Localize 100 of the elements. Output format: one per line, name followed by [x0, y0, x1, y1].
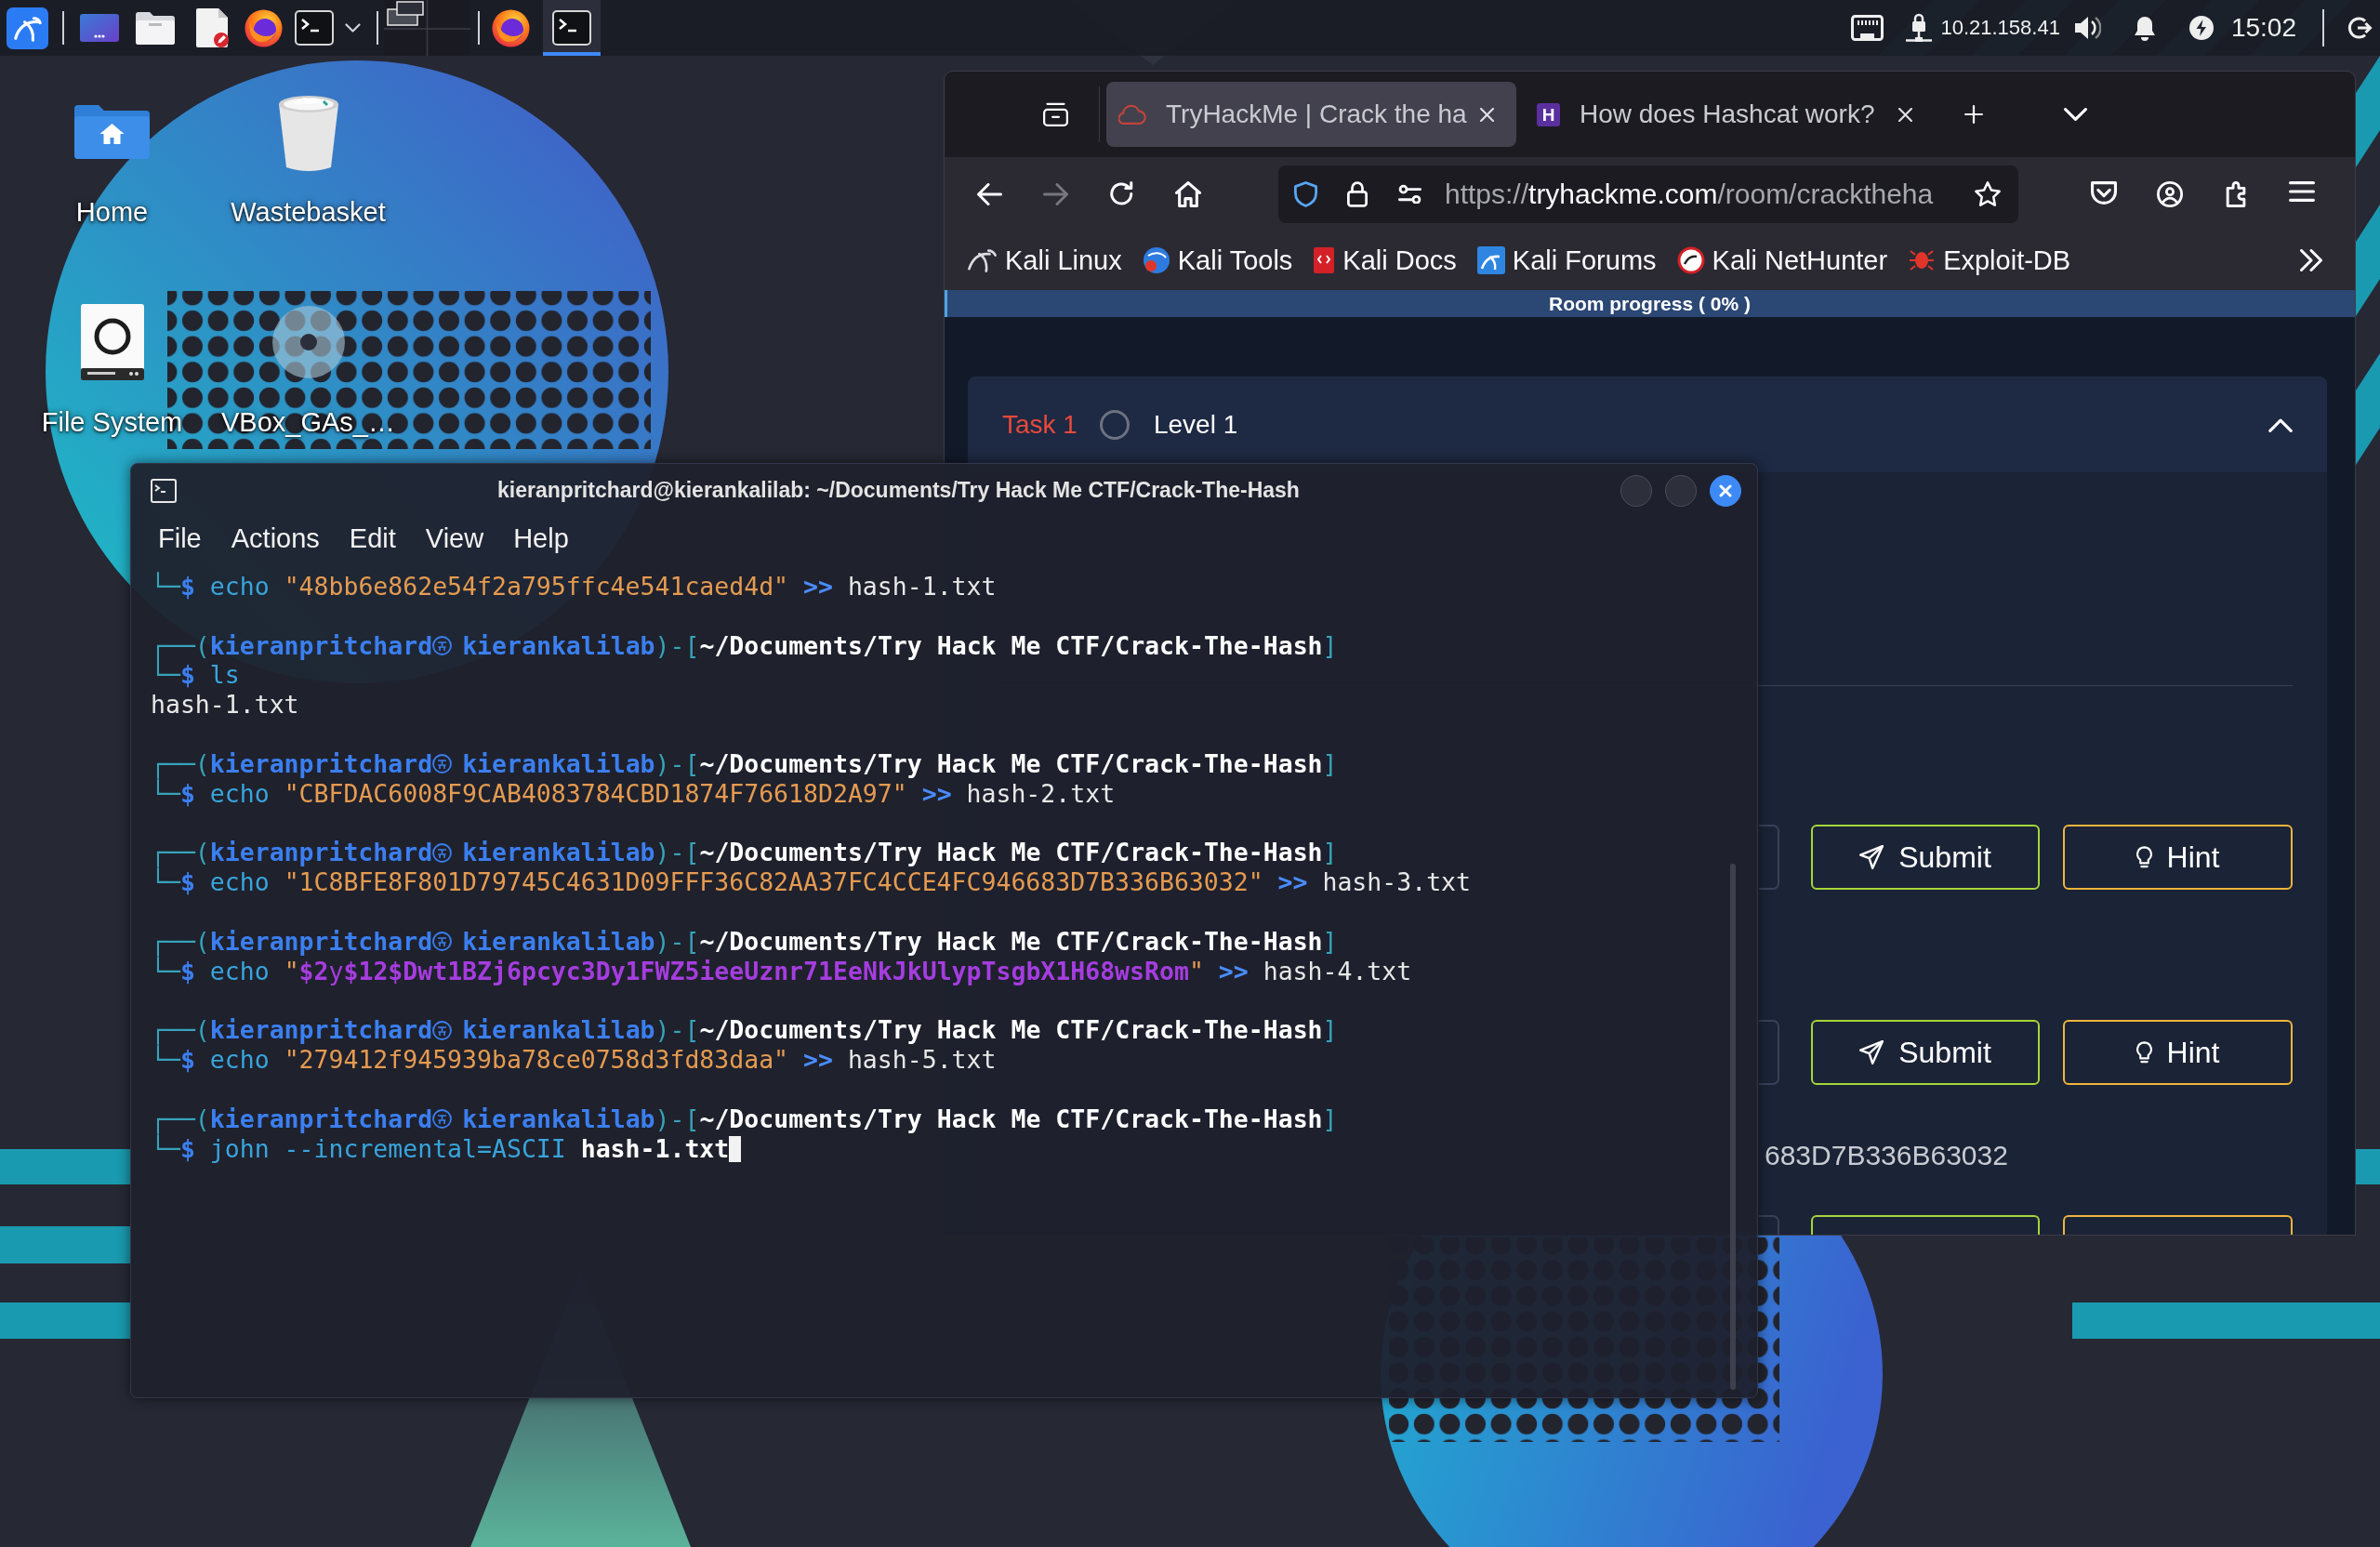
prompt-user: ┌──(kieranpritchard — [151, 630, 433, 661]
command-line: └─$ echo "CBFDAC6008F9CAB4083784CBD1874F76618D2A97" >> hash-2.txt — [151, 778, 1116, 809]
menu-item[interactable]: Edit — [349, 524, 396, 554]
hash-text: 683D7B336B63032 — [1765, 1139, 2008, 1172]
circled-symbol-icon — [432, 636, 453, 656]
progress-label: Room progress ( 0% ) — [1548, 292, 1751, 316]
code-book-icon — [1313, 246, 1336, 274]
circled-symbol-icon — [432, 842, 453, 863]
prompt-path: kierankalilab)-[~/Documents/Try Hack Me CTF/Crack-The-Hash] — [462, 1015, 1338, 1046]
bookmark-link[interactable]: Kali Tools — [1142, 244, 1293, 277]
icon-label[interactable]: Wastebasket — [231, 195, 386, 229]
lock-icon[interactable] — [1347, 180, 1368, 207]
swirl-icon — [967, 248, 998, 272]
bookmark-link[interactable]: Kali Docs — [1313, 244, 1457, 277]
puzzle-icon[interactable] — [2224, 180, 2247, 207]
tab-tray-icon[interactable] — [1043, 102, 1068, 126]
account-icon[interactable] — [2156, 180, 2183, 207]
paper-plane-icon — [1859, 845, 1884, 869]
screen-icon[interactable] — [80, 14, 119, 42]
prompt-user: ┌──(kieranpritchard — [151, 1015, 433, 1045]
home-folder-icon[interactable] — [73, 103, 152, 161]
logout-icon[interactable] — [2347, 15, 2373, 41]
bookmark-link[interactable]: Kali NetHunter — [1676, 244, 1888, 277]
circled-symbol-icon — [432, 932, 453, 952]
terminal-icon[interactable] — [552, 10, 591, 46]
cloud-icon — [1118, 104, 1146, 125]
circled-symbol-icon — [432, 1020, 453, 1040]
bookmark-link[interactable]: Kali Linux — [967, 244, 1122, 277]
bell-icon[interactable] — [2132, 15, 2157, 41]
sliders-icon[interactable] — [1397, 184, 1421, 204]
lightbulb-icon — [2135, 1041, 2152, 1064]
prompt-path: kierankalilab)-[~/Documents/Try Hack Me CTF/Crack-The-Hash] — [462, 748, 1338, 779]
back-arrow-icon[interactable] — [977, 182, 1002, 205]
window-title: kieranpritchard@kierankalilab: ~/Documents/Try Hack Me CTF/Crack-The-Hash — [497, 478, 1300, 504]
terminal-icon[interactable] — [295, 10, 334, 46]
browser-tab[interactable]: TryHackMe | Crack the ha — [1106, 82, 1516, 147]
command-line: └─$ john --incremental=ASCII hash-1.txt — [151, 1133, 730, 1164]
home-icon[interactable] — [1174, 180, 1201, 207]
bookmark-link[interactable]: Kali Forums — [1476, 244, 1657, 277]
swirl-tile-icon[interactable] — [7, 7, 48, 49]
task-header[interactable]: Task 1 Level 1 — [968, 377, 2327, 472]
clipped-button[interactable] — [2063, 1215, 2293, 1235]
swirl-globe-icon[interactable] — [491, 8, 530, 47]
lightning-circle-icon[interactable] — [2188, 15, 2215, 41]
star-icon[interactable] — [1975, 180, 2001, 207]
hard-drive-icon[interactable] — [79, 303, 145, 381]
prompt-path: kierankalilab)-[~/Documents/Try Hack Me CTF/Crack-The-Hash] — [462, 838, 1338, 868]
folder-icon[interactable] — [136, 11, 175, 45]
swirl-globe-icon[interactable] — [245, 8, 283, 47]
swirl-tile-icon — [1476, 246, 1505, 274]
pocket-icon[interactable] — [2090, 180, 2117, 205]
close-icon[interactable] — [1898, 107, 1912, 122]
command-line: └─$ echo "279412f945939ba78ce0758d3fd83daa" >> hash-5.txt — [151, 1045, 997, 1076]
menu-item[interactable]: Help — [513, 524, 569, 554]
chevron-down-icon[interactable] — [345, 23, 361, 33]
command-line: └─$ echo "$2y$12$Dwt1BZj6pcyc3Dy1FWZ5ieeUznr71EeNkJkUlypTsgbX1H68wsRom" >> hash-4.txt — [151, 956, 1412, 986]
ethernet-port-icon[interactable] — [1851, 15, 1884, 41]
chevron-up-icon[interactable] — [2268, 416, 2293, 432]
task-title: Level 1 — [1153, 408, 1238, 441]
task-button[interactable] — [543, 0, 601, 56]
paper-plane-icon — [1859, 1040, 1884, 1064]
submit-button[interactable]: Submit — [1811, 1020, 2040, 1085]
chevrons-right-icon[interactable] — [2300, 249, 2322, 271]
hint-button[interactable]: Hint — [2063, 825, 2293, 890]
task-number: Task 1 — [1002, 408, 1078, 441]
ip-address: 10.21.158.41 — [1940, 15, 2060, 41]
address-field[interactable]: https://tryhackme.com/room/cracktheha — [1278, 165, 2018, 223]
globe-icon — [1142, 246, 1170, 274]
prompt-user: ┌──(kieranpritchard — [151, 1104, 433, 1134]
scrollbar-thumb[interactable] — [1730, 864, 1736, 1390]
prompt-path: kierankalilab)-[~/Documents/Try Hack Me CTF/Crack-The-Hash] — [462, 926, 1338, 957]
submit-button[interactable]: Submit — [1811, 825, 2040, 890]
favicon-letter: H — [1537, 102, 1560, 126]
prompt-user: ┌──(kieranpritchard — [151, 926, 433, 957]
output-line: hash-1.txt — [151, 690, 299, 721]
clock-time[interactable]: 15:02 — [2230, 12, 2296, 44]
command-line: └─$ ls — [151, 660, 240, 691]
bug-icon — [1908, 249, 1937, 271]
prompt-path: kierankalilab)-[~/Documents/Try Hack Me CTF/Crack-The-Hash] — [462, 630, 1338, 661]
bookmark-link[interactable]: Exploit-DB — [1908, 244, 2071, 277]
menu-item[interactable]: View — [425, 524, 484, 554]
menu-item[interactable]: File — [158, 524, 202, 554]
terminal-icon[interactable] — [151, 479, 177, 503]
menu-item[interactable]: Actions — [231, 524, 320, 554]
reload-icon[interactable] — [1109, 181, 1134, 206]
close-icon[interactable] — [1480, 107, 1494, 122]
close-button[interactable] — [1710, 475, 1741, 507]
browser-tab[interactable]: H How does Hashcat work? — [1525, 82, 1935, 147]
speaker-icon[interactable] — [2072, 14, 2101, 42]
hint-button[interactable]: Hint — [2063, 1020, 2293, 1085]
lightbulb-icon — [2135, 846, 2152, 868]
workspace-pager[interactable] — [384, 0, 470, 56]
clipped-button[interactable] — [1811, 1215, 2040, 1235]
forward-arrow-icon[interactable] — [1043, 182, 1068, 205]
network-lock-icon[interactable] — [1905, 13, 1934, 43]
document-edit-icon[interactable] — [196, 8, 230, 47]
plus-icon[interactable] — [1964, 105, 1983, 124]
disc-icon[interactable] — [271, 305, 346, 379]
shield-icon[interactable] — [1293, 180, 1317, 207]
menu-icon[interactable] — [2288, 180, 2315, 202]
